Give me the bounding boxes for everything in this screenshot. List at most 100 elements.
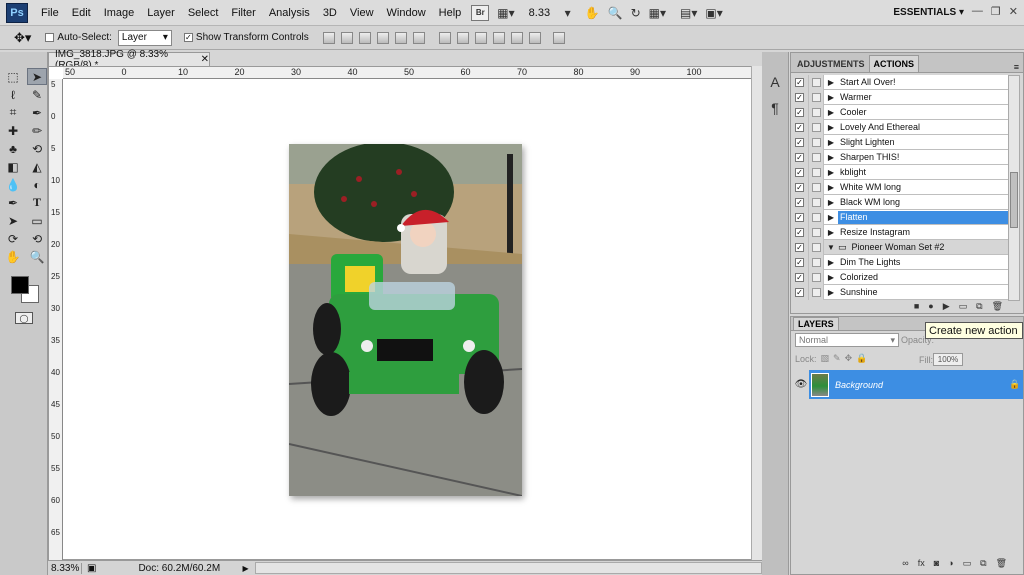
expand-triangle-icon[interactable]: ▶ — [824, 213, 838, 222]
3d-orbit-tool-icon[interactable]: ⟲ — [27, 230, 47, 247]
expand-triangle-icon[interactable]: ▶ — [824, 108, 838, 117]
expand-triangle-icon[interactable]: ▶ — [824, 78, 838, 87]
action-toggle-checkbox[interactable]: ✓ — [791, 239, 809, 255]
trash-icon[interactable]: 🗑 — [992, 301, 1003, 313]
eraser-tool-icon[interactable]: ◧ — [3, 158, 23, 175]
auto-align-layers-icon[interactable] — [552, 31, 565, 44]
actions-scrollbar[interactable] — [1008, 75, 1020, 301]
layer-row-selected[interactable]: Background 🔒 — [809, 370, 1023, 399]
lasso-tool-icon[interactable]: ℓ — [3, 86, 23, 103]
action-toggle-checkbox[interactable]: ✓ — [791, 74, 809, 90]
move-tool-icon[interactable]: ✥▾ — [14, 30, 31, 46]
dialog-toggle-box[interactable] — [809, 284, 824, 300]
menu-select[interactable]: Select — [188, 7, 219, 19]
adjustment-layer-icon[interactable]: ◑ — [948, 558, 953, 570]
expand-triangle-icon[interactable]: ▶ — [824, 93, 838, 102]
expand-triangle-icon[interactable]: ▶ — [824, 183, 838, 192]
action-row[interactable]: ✓ ▶ Colorized — [791, 269, 1008, 285]
restore-icon[interactable]: ❐ — [991, 5, 1001, 18]
align-right-icon[interactable] — [412, 31, 425, 44]
align-bottom-icon[interactable] — [358, 31, 371, 44]
workspace-switcher[interactable]: ESSENTIALS ▾ — [893, 7, 964, 18]
move-tool-icon[interactable]: ➤ — [27, 68, 47, 85]
action-row[interactable]: ✓ ▶ kblight — [791, 164, 1008, 180]
dialog-toggle-box[interactable] — [809, 239, 824, 255]
action-row[interactable]: ✓ ▶ Resize Instagram — [791, 224, 1008, 240]
dialog-toggle-box[interactable] — [809, 89, 824, 105]
action-toggle-checkbox[interactable]: ✓ — [791, 209, 809, 225]
close-icon[interactable]: ✕ — [201, 54, 209, 65]
action-toggle-checkbox[interactable]: ✓ — [791, 104, 809, 120]
action-row[interactable]: ✓ ▶ Dim The Lights — [791, 254, 1008, 270]
zoom-icon[interactable]: 🔍 — [608, 6, 623, 20]
distribute-vertical-center-icon[interactable] — [456, 31, 469, 44]
action-toggle-checkbox[interactable]: ✓ — [791, 284, 809, 300]
canvas-vertical-scrollbar[interactable] — [751, 66, 762, 560]
action-row[interactable]: ✓ ▶ Black WM long — [791, 194, 1008, 210]
menu-3d[interactable]: 3D — [323, 7, 337, 19]
action-row[interactable]: ✓ ▶ Sunshine — [791, 284, 1008, 300]
menu-edit[interactable]: Edit — [72, 7, 91, 19]
action-toggle-checkbox[interactable]: ✓ — [791, 254, 809, 270]
action-toggle-checkbox[interactable]: ✓ — [791, 119, 809, 135]
auto-select-checkbox[interactable]: Auto-Select: — [45, 32, 112, 43]
action-toggle-checkbox[interactable]: ✓ — [791, 149, 809, 165]
arrange-documents-icon[interactable]: ▤▾ — [680, 6, 697, 20]
distribute-horizontal-center-icon[interactable] — [510, 31, 523, 44]
link-layers-icon[interactable]: ∞ — [902, 558, 908, 570]
dialog-toggle-box[interactable] — [809, 134, 824, 150]
action-toggle-checkbox[interactable]: ✓ — [791, 134, 809, 150]
paragraph-panel-icon[interactable]: ¶ — [765, 98, 785, 118]
tab-layers[interactable]: LAYERS — [793, 317, 839, 330]
healing-brush-tool-icon[interactable]: ✚ — [3, 122, 23, 139]
action-toggle-checkbox[interactable]: ✓ — [791, 179, 809, 195]
film-strip-icon[interactable]: ▦▾ — [497, 6, 514, 20]
distribute-left-icon[interactable] — [492, 31, 505, 44]
minimize-icon[interactable]: — — [972, 5, 983, 18]
eyedropper-tool-icon[interactable]: ✒ — [27, 104, 47, 121]
expand-triangle-icon[interactable]: ▶ — [824, 288, 838, 297]
quick-selection-tool-icon[interactable]: ✎ — [27, 86, 47, 103]
menu-view[interactable]: View — [350, 7, 374, 19]
trash-icon[interactable]: 🗑 — [996, 558, 1007, 570]
bridge-button[interactable]: Br — [471, 4, 490, 21]
close-icon[interactable]: ✕ — [1009, 5, 1018, 18]
menu-filter[interactable]: Filter — [231, 7, 255, 19]
menu-window[interactable]: Window — [387, 7, 426, 19]
menu-file[interactable]: File — [41, 7, 59, 19]
menu-analysis[interactable]: Analysis — [269, 7, 310, 19]
expand-triangle-icon[interactable]: ▶ — [824, 258, 838, 267]
character-panel-icon[interactable]: A — [765, 72, 785, 92]
dodge-tool-icon[interactable]: ◐ — [27, 176, 47, 193]
quick-mask-icon[interactable]: ◯ — [15, 312, 33, 324]
marquee-tool-icon[interactable]: ⬚ — [3, 68, 23, 85]
new-layer-icon[interactable]: ⧉ — [980, 558, 986, 570]
shape-tool-icon[interactable]: ▭ — [27, 212, 47, 229]
lock-transparent-icon[interactable]: ▧ — [821, 353, 830, 364]
action-toggle-checkbox[interactable]: ✓ — [791, 194, 809, 210]
expand-triangle-icon[interactable]: ▶ — [824, 123, 838, 132]
auto-select-target-dropdown[interactable]: Layer ▾ — [117, 29, 172, 46]
status-info-icon[interactable]: ▣ — [87, 563, 96, 574]
layer-mask-icon[interactable]: ◙ — [934, 558, 939, 570]
rotate-view-icon[interactable]: ↻ — [631, 6, 641, 20]
align-horizontal-center-icon[interactable] — [394, 31, 407, 44]
show-transform-controls-checkbox[interactable]: ✓ Show Transform Controls — [183, 32, 309, 43]
create-new-set-icon[interactable]: ▭ — [959, 301, 968, 313]
action-toggle-checkbox[interactable]: ✓ — [791, 164, 809, 180]
lock-image-icon[interactable]: ✎ — [833, 353, 841, 364]
align-vertical-center-icon[interactable] — [340, 31, 353, 44]
expand-triangle-icon[interactable]: ▶ — [824, 198, 838, 207]
brush-tool-icon[interactable]: ✏ — [27, 122, 47, 139]
status-zoom-field[interactable]: 8.33% — [48, 562, 82, 574]
dialog-toggle-box[interactable] — [809, 74, 824, 90]
action-row[interactable]: ✓ ▶ Start All Over! — [791, 74, 1008, 90]
panel-menu-icon[interactable]: ≡ — [1014, 62, 1019, 72]
action-row[interactable]: ✓ ▶ White WM long — [791, 179, 1008, 195]
expand-triangle-icon[interactable]: ▶ — [824, 153, 838, 162]
lock-all-icon[interactable]: 🔒 — [856, 353, 867, 364]
play-icon[interactable]: ▶ — [943, 301, 950, 313]
dialog-toggle-box[interactable] — [809, 119, 824, 135]
dialog-toggle-box[interactable] — [809, 164, 824, 180]
dialog-toggle-box[interactable] — [809, 194, 824, 210]
